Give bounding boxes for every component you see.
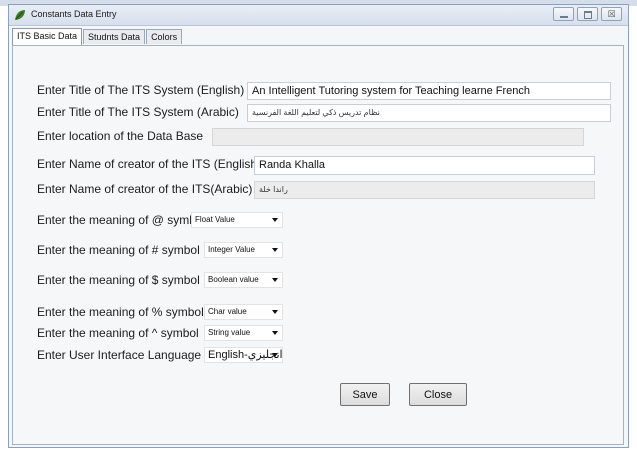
caption-buttons: ☒ (553, 7, 622, 21)
hash-symbol-select[interactable]: Integer Value (204, 242, 283, 258)
tab-studnts-data[interactable]: Studnts Data (83, 29, 146, 44)
dollar-symbol-value: Boolean value (208, 275, 259, 284)
creator-arabic-field[interactable]: راندا خلة (254, 181, 595, 199)
caret-symbol-label: Enter the meaning of ^ symbol (37, 326, 199, 340)
maximize-icon[interactable] (577, 7, 598, 21)
its-basic-data-panel: Enter Title of The ITS System (English) … (12, 45, 624, 445)
ui-language-select[interactable]: English-انجليزي (204, 347, 283, 363)
at-symbol-label: Enter the meaning of @ symbol (37, 213, 206, 227)
hash-symbol-value: Integer Value (208, 245, 255, 254)
constants-data-entry-window: Constants Data Entry ☒ ITS Basic Data St… (8, 4, 629, 448)
app-leaf-icon (15, 10, 25, 20)
dropdown-arrow-icon (272, 218, 278, 222)
at-symbol-value: Float Value (195, 215, 235, 224)
minimize-icon[interactable] (553, 7, 574, 21)
creator-english-field[interactable]: Randa Khalla (254, 156, 595, 175)
percent-symbol-value: Char value (208, 307, 247, 316)
title-arabic-label: Enter Title of The ITS System (Arabic) (37, 105, 239, 119)
title-english-field[interactable]: An Intelligent Tutoring system for Teach… (247, 82, 611, 100)
percent-symbol-label: Enter the meaning of % symbol (37, 305, 204, 319)
caret-symbol-select[interactable]: String value (204, 325, 283, 341)
dropdown-arrow-icon (272, 331, 278, 335)
close-window-icon[interactable]: ☒ (601, 7, 622, 21)
caret-symbol-value: String value (208, 328, 251, 337)
title-arabic-field[interactable]: نظام تدريس ذكي لتعليم اللغة الفرنسية (247, 104, 611, 122)
title-bar[interactable]: Constants Data Entry ☒ (9, 5, 628, 26)
ui-language-label: Enter User Interface Language (37, 348, 202, 362)
dropdown-arrow-icon (272, 353, 278, 357)
dropdown-arrow-icon (272, 310, 278, 314)
dollar-symbol-select[interactable]: Boolean value (204, 272, 283, 288)
tab-colors[interactable]: Colors (146, 29, 183, 44)
db-location-label: Enter location of the Data Base (37, 129, 204, 143)
hash-symbol-label: Enter the meaning of # symbol (37, 243, 200, 257)
dropdown-arrow-icon (272, 278, 278, 282)
tab-strip: ITS Basic Data Studnts Data Colors (12, 28, 183, 45)
title-english-label: Enter Title of The ITS System (English) (37, 83, 245, 97)
dollar-symbol-label: Enter the meaning of $ symbol (37, 273, 200, 287)
window-title: Constants Data Entry (31, 9, 117, 19)
creator-english-label: Enter Name of creator of the ITS (Englis… (37, 157, 262, 171)
creator-arabic-label: Enter Name of creator of the ITS(Arabic) (37, 182, 253, 196)
tab-its-basic-data[interactable]: ITS Basic Data (12, 28, 83, 45)
at-symbol-select[interactable]: Float Value (191, 212, 283, 228)
close-button[interactable]: Close (409, 383, 467, 406)
dropdown-arrow-icon (272, 248, 278, 252)
db-location-field[interactable] (212, 128, 584, 146)
percent-symbol-select[interactable]: Char value (204, 304, 283, 320)
save-button[interactable]: Save (340, 383, 390, 406)
